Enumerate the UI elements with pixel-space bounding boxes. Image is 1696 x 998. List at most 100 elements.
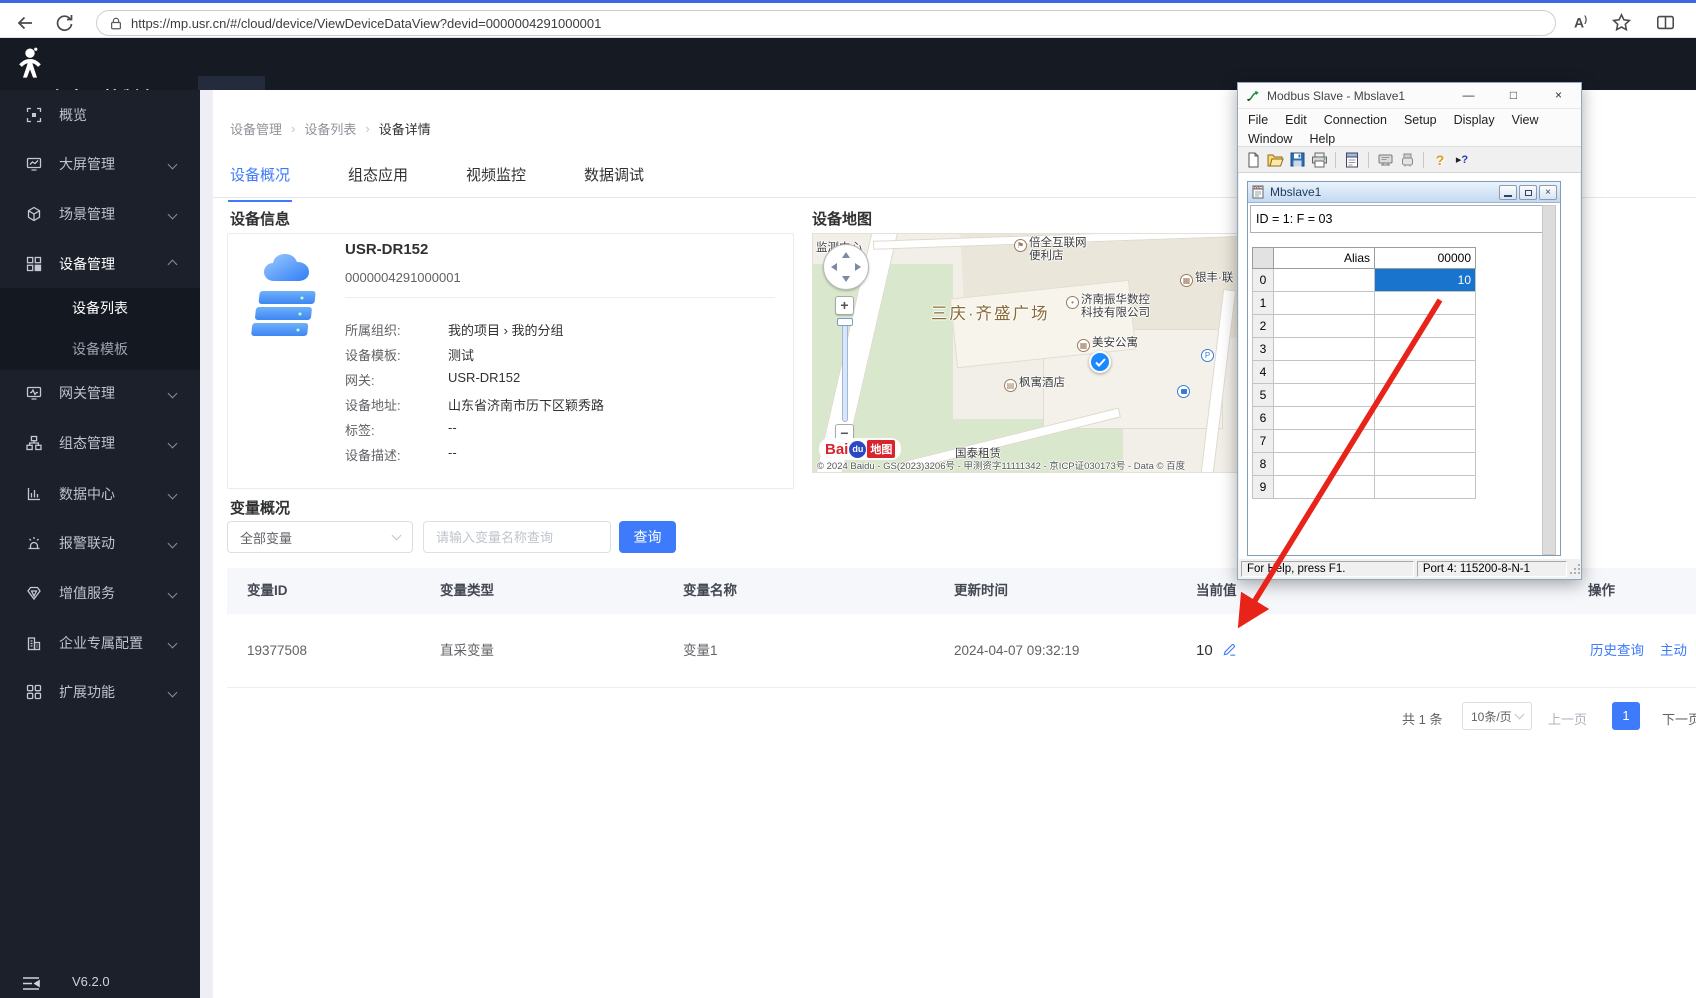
sidebar-item-组态管理[interactable]: 组态管理 [0, 419, 200, 467]
grid-alias-cell[interactable] [1274, 361, 1375, 384]
grid-value-cell[interactable] [1375, 361, 1476, 384]
sidebar-collapse-icon[interactable] [22, 976, 40, 990]
sidebar-item-场景管理[interactable]: 场景管理 [0, 190, 200, 238]
grid-alias-cell[interactable] [1274, 476, 1375, 499]
menu-file[interactable]: File [1248, 113, 1268, 127]
menu-help[interactable]: Help [1309, 132, 1335, 146]
grid-value-cell[interactable] [1375, 476, 1476, 499]
grid-alias-cell[interactable] [1274, 430, 1375, 453]
sidebar-item-报警联动[interactable]: 报警联动 [0, 519, 200, 567]
grid-value-cell[interactable] [1375, 453, 1476, 476]
grid-alias-cell[interactable] [1274, 338, 1375, 361]
menu-window[interactable]: Window [1248, 132, 1292, 146]
menu-connection[interactable]: Connection [1324, 113, 1387, 127]
resize-grip[interactable] [1569, 563, 1581, 575]
grid-alias-cell[interactable] [1274, 453, 1375, 476]
communication-icon[interactable] [1398, 151, 1416, 168]
new-icon[interactable] [1244, 151, 1262, 168]
menu-display[interactable]: Display [1454, 113, 1495, 127]
modbus-menubar: File Edit Connection Setup Display View Windo… [1238, 109, 1581, 147]
scene-icon [26, 206, 42, 222]
sidebar-item-设备管理[interactable]: 设备管理 [0, 240, 200, 288]
sidebar-item-数据中心[interactable]: 数据中心 [0, 470, 200, 518]
open-icon[interactable] [1266, 151, 1284, 168]
sidebar-item-网关管理[interactable]: 网关管理 [0, 369, 200, 417]
grid-value-cell[interactable]: 10 [1375, 269, 1476, 292]
grid-alias-cell[interactable] [1274, 407, 1375, 430]
help-icon[interactable]: ? [1431, 151, 1449, 168]
device-map[interactable]: 监测中心⚑倍全互联网 便利店三庆·齐盛广场•济南振华数控 科技有限公司▦美安公寓… [812, 233, 1244, 473]
grid-alias-cell[interactable] [1274, 315, 1375, 338]
print-icon[interactable] [1310, 151, 1328, 168]
poll-definition-icon[interactable] [1376, 151, 1394, 168]
child-window-title: Mbslave1 [1270, 185, 1322, 199]
mbslave1-child-window[interactable]: DOC Mbslave1 × ID = 1: F = 03 Alias 00000… [1247, 181, 1561, 556]
action-link-历史查询[interactable]: 历史查询 [1590, 614, 1644, 688]
map-pan-control[interactable] [823, 244, 869, 290]
modbus-minimize-button[interactable]: — [1446, 83, 1491, 109]
grid-alias-cell[interactable] [1274, 269, 1375, 292]
modbus-slave-window[interactable]: Modbus Slave - Mbslave1 — □ × File Edit Conn… [1237, 82, 1582, 580]
refresh-icon[interactable] [53, 12, 75, 34]
map-zoom-in-button[interactable]: + [835, 296, 854, 315]
query-button[interactable]: 查询 [619, 521, 676, 553]
chevron-down-icon [167, 388, 178, 399]
grid-alias-cell[interactable] [1274, 292, 1375, 315]
menu-edit[interactable]: Edit [1285, 113, 1307, 127]
child-titlebar[interactable]: DOC Mbslave1 × [1248, 182, 1560, 203]
device-field: 网关: USR-DR152 [345, 370, 521, 388]
modbus-titlebar[interactable]: Modbus Slave - Mbslave1 — □ × [1238, 83, 1581, 109]
chevron-down-icon [391, 530, 402, 541]
sidebar-subitem-设备模板[interactable]: 设备模板 [0, 329, 200, 370]
modbus-statusbar: For Help, press F1. Port 4: 115200-8-N-1 [1238, 559, 1581, 579]
sidebar-item-扩展功能[interactable]: 扩展功能 [0, 668, 200, 716]
back-icon[interactable] [14, 12, 36, 34]
chevron-down-icon [167, 538, 178, 549]
variable-search-input[interactable] [423, 521, 611, 553]
child-close-button[interactable]: × [1539, 185, 1557, 200]
display-setup-icon[interactable] [1343, 151, 1361, 168]
page-size-select[interactable]: 10条/页 [1462, 702, 1532, 730]
grid-alias-cell[interactable] [1274, 384, 1375, 407]
modbus-maximize-button[interactable]: □ [1491, 83, 1536, 109]
variable-type-select[interactable]: 全部变量 [227, 521, 413, 553]
hotel-poi-icon: ▤ [1004, 379, 1017, 392]
grid-value-cell[interactable] [1375, 315, 1476, 338]
grid-value-cell[interactable] [1375, 384, 1476, 407]
menu-setup[interactable]: Setup [1404, 113, 1437, 127]
save-icon[interactable] [1288, 151, 1306, 168]
context-help-icon[interactable]: ▸? [1453, 151, 1471, 168]
sidebar-item-增值服务[interactable]: 增值服务 [0, 569, 200, 617]
breadcrumb-item-设备列表[interactable]: 设备列表 [304, 119, 356, 138]
next-page-button[interactable]: 下一页 [1662, 709, 1696, 728]
breadcrumb-item-设备管理[interactable]: 设备管理 [230, 119, 282, 138]
device-card-divider [345, 297, 775, 298]
map-zoom-handle[interactable] [837, 318, 853, 326]
device-image [250, 251, 338, 343]
prev-page-button[interactable]: 上一页 [1548, 709, 1587, 728]
split-screen-icon[interactable] [1656, 13, 1678, 35]
device-location-marker[interactable] [1089, 351, 1111, 373]
sidebar-item-企业专属配置[interactable]: 企业专属配置 [0, 619, 200, 667]
grid-value-cell[interactable] [1375, 292, 1476, 315]
sidebar-item-大屏管理[interactable]: 大屏管理 [0, 140, 200, 188]
grid-value-cell[interactable] [1375, 407, 1476, 430]
overview-icon [26, 107, 42, 123]
grid-value-cell[interactable] [1375, 338, 1476, 361]
address-bar[interactable]: https://mp.usr.cn/#/cloud/device/ViewDev… [96, 10, 1556, 36]
menu-view[interactable]: View [1512, 113, 1539, 127]
favorites-star-icon[interactable] [1612, 13, 1634, 35]
child-minimize-button[interactable] [1499, 185, 1517, 200]
sidebar-item-概览[interactable]: 概览 [0, 91, 200, 139]
grid-value-cell[interactable] [1375, 430, 1476, 453]
child-vertical-scrollbar[interactable] [1542, 205, 1556, 555]
modbus-close-button[interactable]: × [1536, 83, 1581, 109]
breadcrumb-item-设备详情: 设备详情 [378, 122, 431, 137]
current-page-button[interactable]: 1 [1612, 702, 1640, 730]
read-aloud-icon[interactable]: A) [1574, 14, 1587, 31]
edit-value-icon[interactable] [1222, 642, 1237, 657]
map-zoom-track[interactable] [842, 320, 848, 422]
action-link-主动[interactable]: 主动 [1660, 614, 1687, 688]
child-restore-button[interactable] [1519, 185, 1537, 200]
sidebar-subitem-设备列表[interactable]: 设备列表 [0, 288, 200, 329]
